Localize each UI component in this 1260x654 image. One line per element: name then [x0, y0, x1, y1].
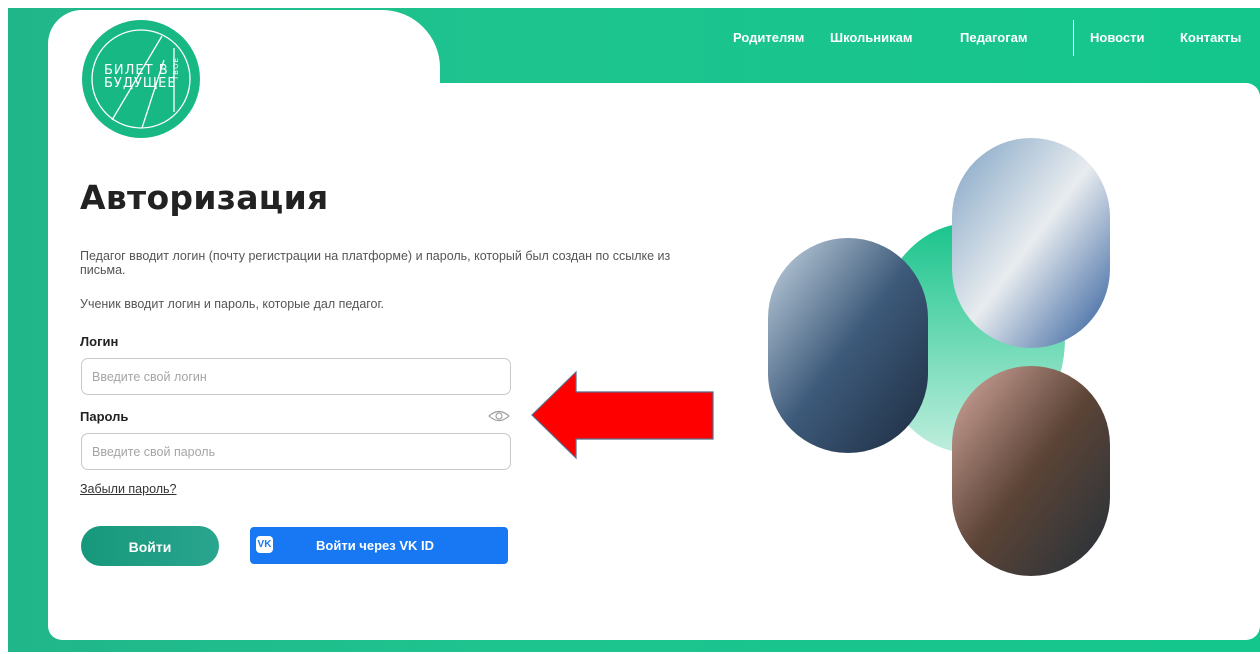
- teacher-instructions: Педагог вводит логин (почту регистрации …: [80, 249, 671, 277]
- hero-illustration: [768, 138, 1110, 576]
- page-title: Авторизация: [80, 178, 329, 217]
- login-label: Логин: [80, 334, 119, 349]
- login-input[interactable]: [81, 358, 511, 395]
- eye-icon[interactable]: [488, 409, 510, 423]
- nav-students[interactable]: Школьникам: [830, 30, 912, 50]
- nav-contacts[interactable]: Контакты: [1180, 30, 1241, 50]
- password-label: Пароль: [80, 409, 129, 424]
- nav-news[interactable]: Новости: [1090, 30, 1145, 50]
- password-input[interactable]: [81, 433, 511, 470]
- student-instructions: Ученик вводит логин и пароль, которые да…: [80, 297, 385, 311]
- vk-login-button[interactable]: VK Войти через VK ID: [250, 527, 508, 564]
- nav-teachers[interactable]: Педагогам: [960, 30, 1028, 50]
- forgot-password-link[interactable]: Забыли пароль?: [80, 482, 177, 496]
- red-arrow-icon: [531, 370, 714, 460]
- nav-parents[interactable]: Родителям: [733, 30, 804, 50]
- photo-student-teacher: [952, 138, 1110, 348]
- vk-login-label: Войти через VK ID: [316, 538, 434, 553]
- logo[interactable]: БИЛЕТ В БУДУЩЕЕ ТВОЕ: [82, 20, 200, 138]
- vk-icon: VK: [256, 536, 273, 553]
- login-button[interactable]: Войти: [81, 526, 219, 566]
- photo-teachers: [952, 366, 1110, 576]
- logo-line-2: БУДУЩЕЕ: [104, 76, 177, 91]
- photo-students: [768, 238, 928, 453]
- logo-vertical-text: ТВОЕ: [172, 56, 180, 80]
- nav-divider: [1073, 20, 1074, 56]
